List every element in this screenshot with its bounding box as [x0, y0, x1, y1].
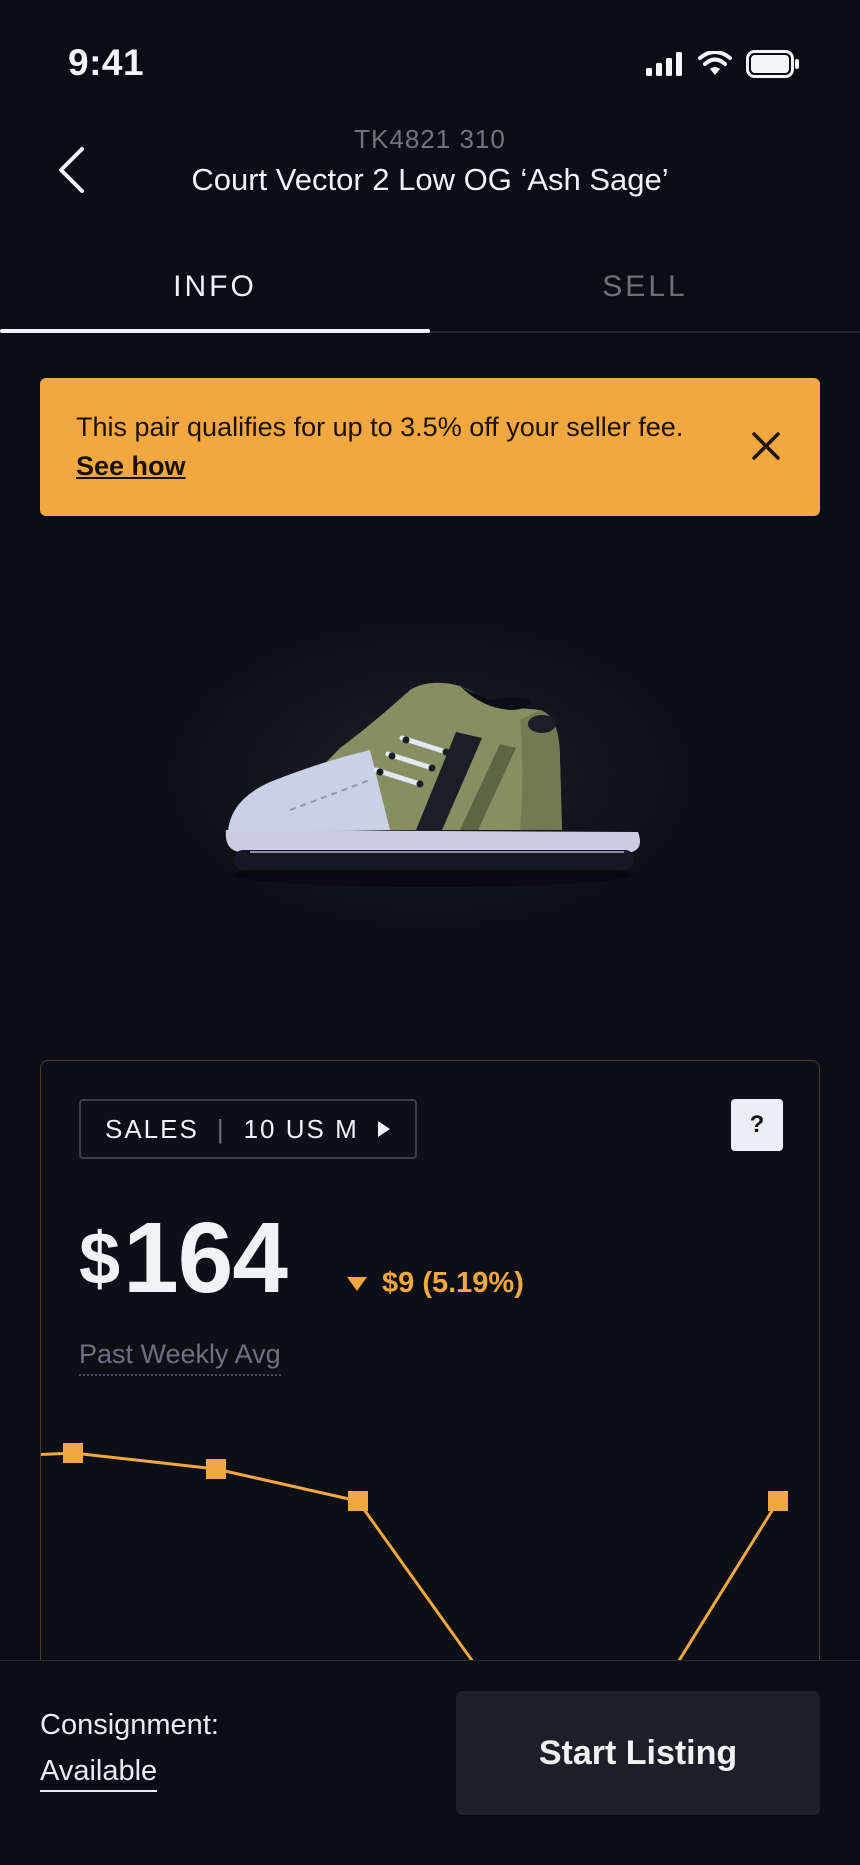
product-sku: TK4821 310: [354, 124, 506, 154]
consignment-label: Consignment:: [40, 1709, 219, 1741]
bottom-action-bar: Consignment: Available Start Listing: [0, 1660, 860, 1865]
sneaker-product-image: [225, 682, 640, 887]
wifi-icon: [698, 51, 732, 75]
help-button[interactable]: ?: [731, 1099, 783, 1151]
data-point[interactable]: [63, 1443, 83, 1463]
data-point[interactable]: [206, 1459, 226, 1479]
consignment-status-link[interactable]: Available: [40, 1755, 158, 1792]
tab-info[interactable]: INFO: [0, 270, 430, 304]
selector-divider: |: [216, 1113, 226, 1144]
price-currency: $: [79, 1217, 120, 1300]
battery-icon: [746, 50, 799, 78]
signal-icon: [646, 52, 682, 76]
price-change: $9 (5.19%): [346, 1267, 524, 1300]
past-weekly-avg-label[interactable]: Past Weekly Avg: [79, 1339, 281, 1376]
size-selector[interactable]: SALES | 10 US M: [79, 1099, 417, 1159]
see-how-link[interactable]: See how: [76, 451, 186, 481]
data-point[interactable]: [768, 1491, 788, 1511]
price-amount: 164: [123, 1202, 288, 1314]
price-value: $164: [79, 1201, 288, 1316]
seller-fee-banner: This pair qualifies for up to 3.5% off y…: [40, 378, 820, 516]
banner-text: This pair qualifies for up to 3.5% off y…: [76, 412, 684, 442]
status-time: 9:41: [68, 42, 145, 83]
triangle-down-icon: [347, 1276, 367, 1291]
tab-sell[interactable]: SELL: [430, 270, 860, 304]
selected-size: 10 US M: [243, 1113, 359, 1144]
price-change-text: $9 (5.19%): [382, 1267, 524, 1299]
active-tab-indicator: [0, 329, 430, 333]
page-title: Court Vector 2 Low OG ‘Ash Sage’: [191, 162, 669, 197]
banner-message: This pair qualifies for up to 3.5% off y…: [76, 408, 696, 486]
data-point[interactable]: [348, 1491, 368, 1511]
start-listing-button[interactable]: Start Listing: [456, 1691, 820, 1815]
status-icons: [646, 50, 800, 78]
selector-label: SALES: [105, 1113, 199, 1144]
caret-right-icon: [377, 1121, 390, 1137]
close-icon[interactable]: [746, 426, 786, 466]
